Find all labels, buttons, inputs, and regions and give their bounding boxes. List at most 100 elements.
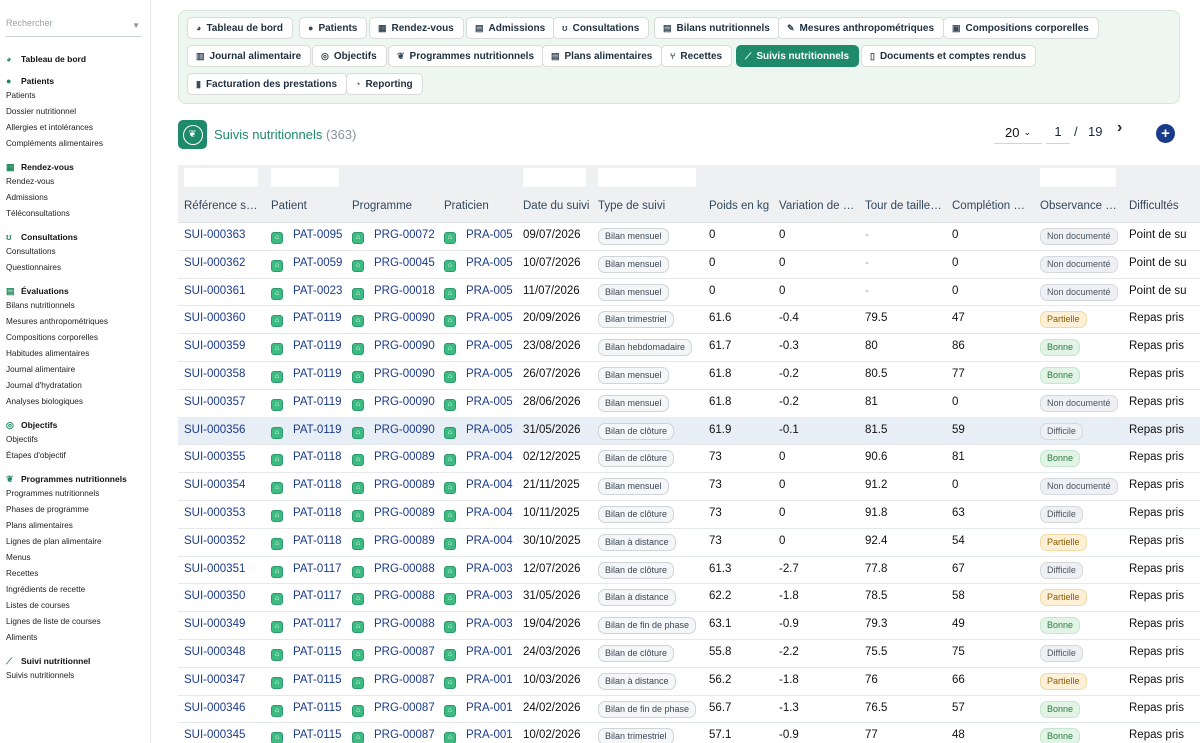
- column-header[interactable]: Type de suivi: [598, 200, 698, 212]
- reference-link[interactable]: SUI-000353: [184, 507, 245, 519]
- reference-link[interactable]: SUI-000352: [184, 535, 245, 547]
- sidebar-item[interactable]: Analyses biologiques: [6, 394, 146, 410]
- reference-link[interactable]: SUI-000363: [184, 229, 245, 241]
- patient-link[interactable]: ⌂ PAT-0118: [271, 479, 342, 495]
- reference-link[interactable]: SUI-000358: [184, 368, 245, 380]
- sidebar-section-7[interactable]: ⟋ Suivi nutritionnel: [6, 654, 146, 668]
- reference-link[interactable]: SUI-000355: [184, 451, 245, 463]
- menu-tab[interactable]: ▯ Documents et comptes rendus: [861, 45, 1037, 67]
- patient-link[interactable]: ⌂ PAT-0115: [271, 646, 342, 661]
- menu-tab[interactable]: ◔ Reporting: [346, 73, 423, 95]
- programme-link[interactable]: ⌂ PRG-00087: [352, 702, 435, 717]
- reference-link[interactable]: SUI-000345: [184, 729, 245, 741]
- reference-link[interactable]: SUI-000347: [184, 674, 245, 686]
- table-row[interactable]: SUI-000348 ⌂ PAT-0115 ⌂ PRG-00087 ⌂ PRA-001 24/…: [178, 639, 1200, 668]
- menu-tab[interactable]: ▥ Journal alimentaire: [187, 45, 312, 67]
- menu-tab[interactable]: ▮ Facturation des prestations: [187, 73, 348, 95]
- column-header[interactable]: Variation de …: [779, 200, 853, 212]
- sidebar-item[interactable]: Menus: [6, 550, 146, 566]
- menu-tab[interactable]: ▤ Admissions: [466, 17, 556, 39]
- patient-link[interactable]: ⌂ PAT-0118: [271, 535, 342, 550]
- patient-link[interactable]: ⌂ PAT-0023: [271, 285, 342, 300]
- next-page-icon[interactable]: ›: [1117, 119, 1122, 137]
- praticien-link[interactable]: ⌂ PRA-005: [444, 285, 513, 300]
- table-row[interactable]: SUI-000353 ⌂ PAT-0118 ⌂ PRG-00089 ⌂ PRA-004 10/…: [178, 500, 1200, 529]
- filter-patient-input[interactable]: [271, 168, 339, 187]
- sidebar-section-5[interactable]: ◎ Objectifs: [6, 418, 146, 432]
- patient-link[interactable]: ⌂ PAT-0119: [271, 396, 342, 411]
- praticien-link[interactable]: ⌂ PRA-005: [444, 229, 513, 244]
- table-row[interactable]: SUI-000355 ⌂ PAT-0118 ⌂ PRG-00089 ⌂ PRA-004 02/…: [178, 444, 1200, 474]
- table-row[interactable]: SUI-000363 ⌂ PAT-0095 ⌂ PRG-00072 ⌂ PRA-005 09/…: [178, 222, 1200, 251]
- patient-link[interactable]: ⌂ PAT-0115: [271, 702, 342, 717]
- programme-link[interactable]: ⌂ PRG-00018: [352, 285, 435, 300]
- table-row[interactable]: SUI-000361 ⌂ PAT-0023 ⌂ PRG-00018 ⌂ PRA-005 11/…: [178, 278, 1200, 307]
- column-header[interactable]: Praticien: [444, 200, 514, 212]
- table-row[interactable]: SUI-000354 ⌂ PAT-0118 ⌂ PRG-00089 ⌂ PRA-004 21/…: [178, 472, 1200, 501]
- current-page-input[interactable]: 1: [1046, 121, 1070, 144]
- menu-tab[interactable]: ◕ Tableau de bord: [187, 17, 293, 39]
- sidebar-item[interactable]: Journal d'hydratation: [6, 378, 146, 394]
- praticien-link[interactable]: ⌂ PRA-003: [444, 563, 513, 578]
- table-row[interactable]: SUI-000349 ⌂ PAT-0117 ⌂ PRG-00088 ⌂ PRA-003 19/…: [178, 611, 1200, 640]
- praticien-link[interactable]: ⌂ PRA-004: [444, 451, 513, 467]
- programme-link[interactable]: ⌂ PRG-00090: [352, 396, 435, 411]
- column-header[interactable]: Programme: [352, 200, 432, 212]
- sidebar-item[interactable]: Compositions corporelles: [6, 330, 146, 346]
- table-row[interactable]: SUI-000351 ⌂ PAT-0117 ⌂ PRG-00088 ⌂ PRA-003 12/…: [178, 556, 1200, 585]
- sidebar-item[interactable]: Listes de courses: [6, 598, 146, 614]
- reference-link[interactable]: SUI-000349: [184, 618, 245, 630]
- column-header[interactable]: Date du suivi: [523, 200, 593, 212]
- column-header[interactable]: Poids en kg: [709, 200, 773, 212]
- add-record-button[interactable]: +: [1156, 124, 1175, 143]
- praticien-link[interactable]: ⌂ PRA-004: [444, 507, 513, 522]
- sidebar-item[interactable]: Objectifs: [6, 432, 146, 448]
- praticien-link[interactable]: ⌂ PRA-004: [444, 535, 513, 550]
- reference-link[interactable]: SUI-000351: [184, 563, 245, 575]
- praticien-link[interactable]: ⌂ PRA-005: [444, 424, 513, 439]
- menu-tab[interactable]: ʊ Consultations: [553, 17, 650, 39]
- table-row[interactable]: SUI-000346 ⌂ PAT-0115 ⌂ PRG-00087 ⌂ PRA-001 24/…: [178, 695, 1200, 724]
- sidebar-item[interactable]: Questionnaires: [6, 260, 146, 276]
- sidebar-item[interactable]: Mesures anthropométriques: [6, 314, 146, 330]
- reference-link[interactable]: SUI-000362: [184, 257, 245, 269]
- reference-link[interactable]: SUI-000360: [184, 312, 245, 324]
- sidebar-section-6[interactable]: ❦ Programmes nutritionnels: [6, 472, 146, 486]
- programme-link[interactable]: ⌂ PRG-00089: [352, 451, 435, 467]
- menu-tab[interactable]: ▤ Plans alimentaires: [542, 45, 663, 67]
- programme-link[interactable]: ⌂ PRG-00090: [352, 424, 435, 439]
- search-input[interactable]: Rechercher ▼: [6, 18, 142, 37]
- reference-link[interactable]: SUI-000350: [184, 590, 245, 602]
- patient-link[interactable]: ⌂ PAT-0059: [271, 257, 342, 272]
- reference-link[interactable]: SUI-000346: [184, 702, 245, 714]
- column-header[interactable]: Difficultés: [1129, 200, 1199, 212]
- column-header[interactable]: Référence s…: [184, 200, 260, 212]
- table-row[interactable]: SUI-000350 ⌂ PAT-0117 ⌂ PRG-00088 ⌂ PRA-003 31/…: [178, 583, 1200, 613]
- filter-reference-input[interactable]: [184, 168, 258, 187]
- patient-link[interactable]: ⌂ PAT-0119: [271, 424, 342, 439]
- menu-tab[interactable]: ❦ Programmes nutritionnels: [388, 45, 545, 67]
- sidebar-item[interactable]: Plans alimentaires: [6, 518, 146, 534]
- menu-tab[interactable]: ✎ Mesures anthropométriques: [778, 17, 945, 39]
- sidebar-item[interactable]: Habitudes alimentaires: [6, 346, 146, 362]
- reference-link[interactable]: SUI-000348: [184, 646, 245, 658]
- sidebar-item[interactable]: Aliments: [6, 630, 146, 646]
- menu-tab[interactable]: ▣ Compositions corporelles: [943, 17, 1099, 39]
- sidebar-item[interactable]: Téléconsultations: [6, 206, 146, 222]
- programme-link[interactable]: ⌂ PRG-00088: [352, 618, 435, 634]
- table-row[interactable]: SUI-000359 ⌂ PAT-0119 ⌂ PRG-00090 ⌂ PRA-005 23/…: [178, 333, 1200, 362]
- sidebar-item[interactable]: Lignes de plan alimentaire: [6, 534, 146, 550]
- praticien-link[interactable]: ⌂ PRA-005: [444, 257, 513, 272]
- reference-link[interactable]: SUI-000361: [184, 285, 245, 297]
- sidebar-section-1[interactable]: ● Patients: [6, 74, 146, 88]
- menu-tab[interactable]: ⑂ Recettes: [661, 45, 733, 67]
- programme-link[interactable]: ⌂ PRG-00072: [352, 229, 435, 244]
- sidebar-item[interactable]: Rendez-vous: [6, 174, 146, 190]
- sidebar-item[interactable]: Consultations: [6, 244, 146, 260]
- patient-link[interactable]: ⌂ PAT-0117: [271, 590, 342, 606]
- sidebar-item[interactable]: Journal alimentaire: [6, 362, 146, 378]
- programme-link[interactable]: ⌂ PRG-00087: [352, 729, 435, 743]
- menu-tab[interactable]: ⟋ Suivis nutritionnels: [736, 45, 860, 67]
- menu-tab[interactable]: ▤ Bilans nutritionnels: [654, 17, 780, 39]
- programme-link[interactable]: ⌂ PRG-00089: [352, 479, 435, 495]
